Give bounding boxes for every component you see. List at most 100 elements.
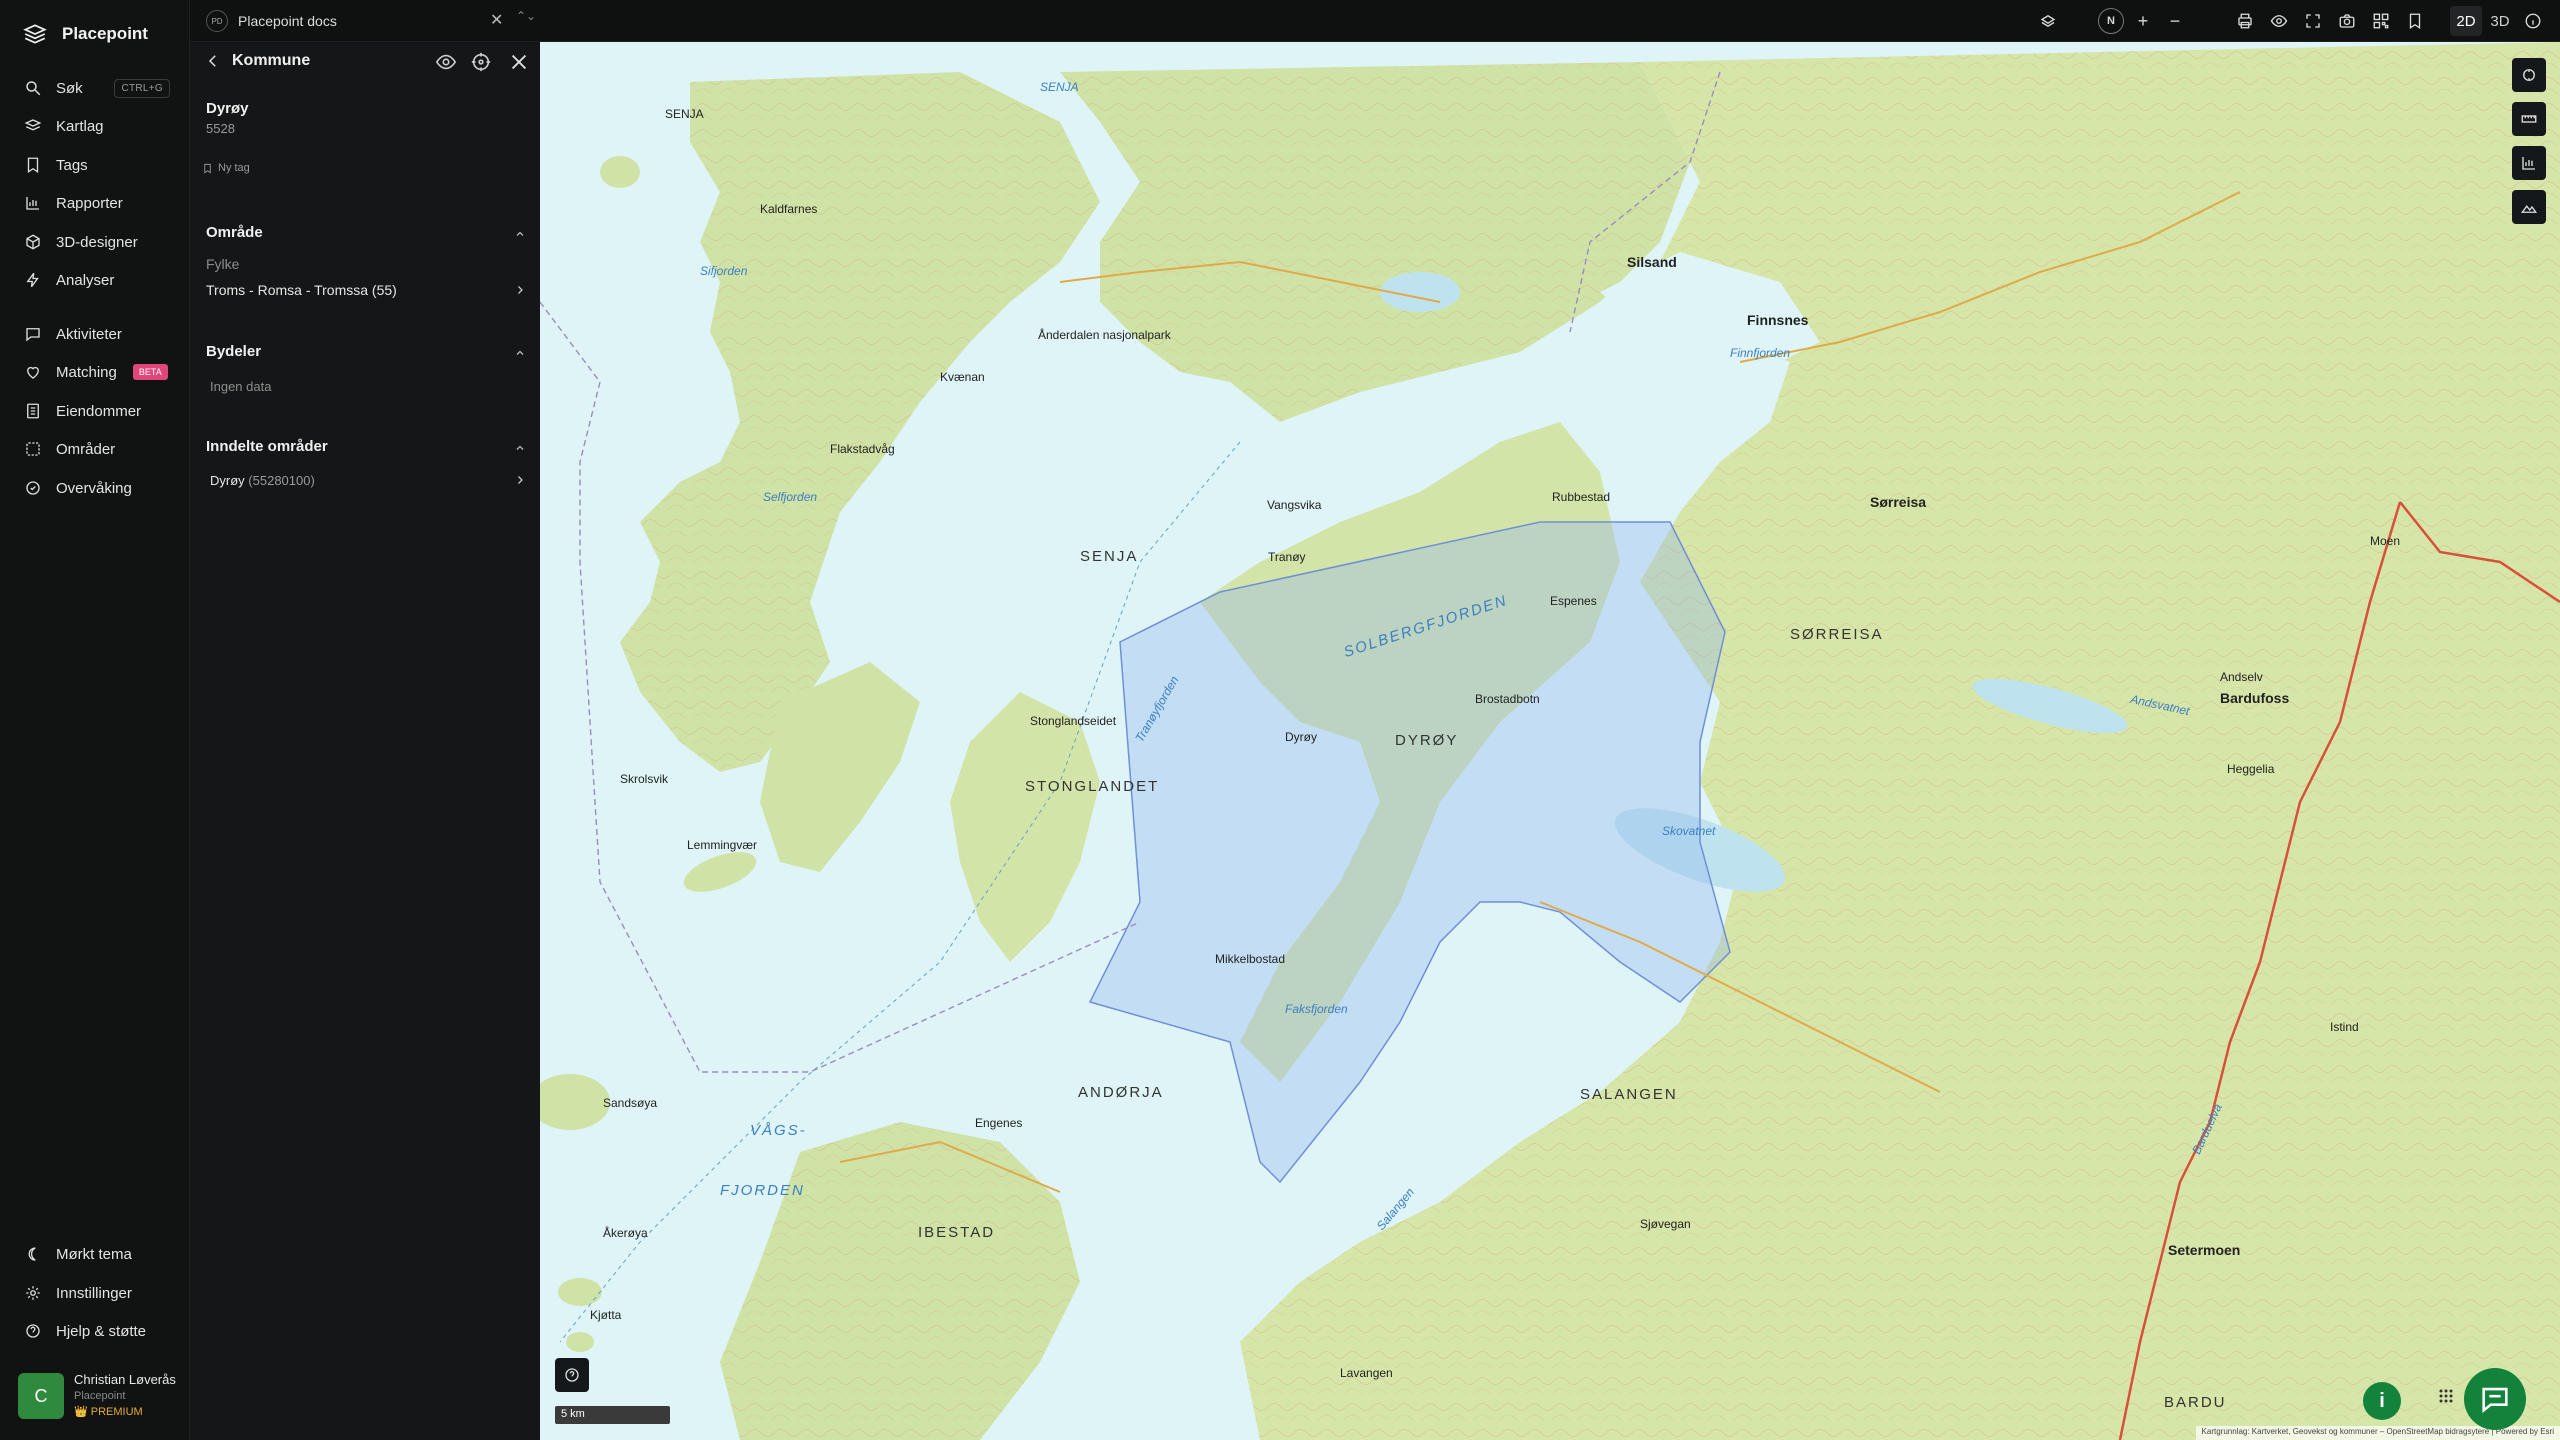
map-label: Stonglandseidet xyxy=(1030,714,1117,728)
map-label: Finnfjorden xyxy=(1730,346,1791,360)
back-icon[interactable] xyxy=(204,52,222,70)
map-canvas[interactable]: SENJA SENJA Ånderdalen nasjonalpark Kvæn… xyxy=(540,42,2560,1440)
map-label: Bardufoss xyxy=(2220,690,2290,706)
section-title: Inndelte områder xyxy=(206,438,328,455)
layers-toggle-button[interactable] xyxy=(2035,8,2061,34)
section-header[interactable]: Område xyxy=(206,224,526,244)
section-title: Område xyxy=(206,224,263,241)
nav-item-rapporter[interactable]: Rapporter xyxy=(0,186,190,220)
nav-item-kartlag[interactable]: Kartlag xyxy=(0,109,190,143)
nav-label: Aktiviteter xyxy=(56,325,122,343)
nav-item-tags[interactable]: Tags xyxy=(0,148,190,182)
map-label: Skrolsvik xyxy=(620,772,669,786)
nav-label: Kartlag xyxy=(56,117,104,135)
map-tool-chart-button[interactable] xyxy=(2512,146,2546,180)
section-header[interactable]: Inndelte områder xyxy=(206,438,526,458)
nav-item-overvaking[interactable]: Overvåking xyxy=(0,471,190,505)
nav-label: Analyser xyxy=(56,271,115,289)
close-tab-icon[interactable]: ✕ xyxy=(490,10,503,30)
map-label: FJORDEN xyxy=(720,1182,805,1199)
mode-3d-button[interactable]: 3D xyxy=(2484,6,2516,36)
screenshot-button[interactable] xyxy=(2334,8,2360,34)
map-label: Sørreisa xyxy=(1870,494,1927,510)
empty-state: Ingen data xyxy=(210,379,272,394)
bookmark-icon xyxy=(27,157,39,174)
mode-2d-button[interactable]: 2D xyxy=(2450,6,2482,36)
map-label: Heggelia xyxy=(2227,762,2275,776)
nav-label: Matching xyxy=(56,363,117,381)
visibility-button[interactable] xyxy=(2266,8,2292,34)
info-icon xyxy=(2525,13,2541,29)
nav-item-eiendommer[interactable]: Eiendommer xyxy=(0,394,190,428)
bar-chart-icon xyxy=(26,197,39,210)
chevron-right-icon xyxy=(518,286,523,294)
print-icon xyxy=(2238,13,2252,29)
eye-icon xyxy=(435,54,457,70)
map-label: BARDU xyxy=(2164,1394,2227,1411)
new-tag-button[interactable]: Ny tag xyxy=(202,162,250,174)
nav-item-search[interactable]: Søk CTRL+G xyxy=(0,71,190,105)
map-help-button[interactable] xyxy=(555,1358,589,1392)
map-label: Mikkelbostad xyxy=(1215,952,1286,966)
close-icon xyxy=(511,54,527,70)
fullscreen-button[interactable] xyxy=(2300,8,2326,34)
info-fab-icon[interactable]: i xyxy=(2363,1382,2401,1420)
nav-item-settings[interactable]: Innstillinger xyxy=(0,1276,190,1310)
camera-icon xyxy=(2339,14,2355,28)
map-tool-draw-button[interactable] xyxy=(2512,58,2546,92)
section-header[interactable]: Bydeler xyxy=(206,343,526,363)
ruler-icon xyxy=(2521,115,2537,123)
avatar: C xyxy=(18,1373,64,1419)
qr-button[interactable] xyxy=(2368,8,2394,34)
grid-icon[interactable] xyxy=(2438,1388,2454,1404)
chevron-right-icon xyxy=(518,476,523,484)
nav-label: Tags xyxy=(56,156,88,174)
nav-item-3d-designer[interactable]: 3D-designer xyxy=(0,225,190,259)
chevron-up-icon xyxy=(516,445,524,450)
section-omrade: Område Fylke Troms - Romsa - Tromssa (55… xyxy=(206,224,526,304)
zoom-in-button[interactable]: + xyxy=(2130,8,2156,34)
map-label: Moen xyxy=(2370,534,2401,548)
switch-tab-icon[interactable]: ⌃⌄ xyxy=(516,9,536,23)
map-label: Finnsnes xyxy=(1747,312,1809,328)
map-label: Rubbestad xyxy=(1552,490,1611,504)
nav-item-analyser[interactable]: Analyser xyxy=(0,263,190,297)
map-label: Flakstadvåg xyxy=(830,442,895,456)
panel-close-button[interactable] xyxy=(508,51,530,73)
bookmark-button[interactable] xyxy=(2402,8,2428,34)
map-label: STONGLANDET xyxy=(1025,778,1160,795)
municipality-code: 5528 xyxy=(206,121,235,136)
map-tool-profile-button[interactable] xyxy=(2512,190,2546,224)
nav-item-dark-theme[interactable]: Mørkt tema xyxy=(0,1237,190,1271)
panel-eye-button[interactable] xyxy=(435,51,457,73)
map-label: Dyrøy xyxy=(1285,730,1317,744)
map-label: Brostadbotn xyxy=(1475,692,1540,706)
brand[interactable]: Placepoint xyxy=(22,20,148,48)
nav-item-omrader[interactable]: Områder xyxy=(0,432,190,466)
subarea-row[interactable]: Dyrøy (55280100) xyxy=(206,466,526,494)
subarea-code: (55280100) xyxy=(248,472,315,488)
print-button[interactable] xyxy=(2232,8,2258,34)
tab-title: Placepoint docs xyxy=(238,13,337,29)
new-tag-label: Ny tag xyxy=(218,162,250,174)
panel-locate-button[interactable] xyxy=(470,51,492,73)
nav-item-matching[interactable]: Matching BETA xyxy=(0,355,190,389)
nav-label: Eiendommer xyxy=(56,402,142,420)
building-icon xyxy=(27,403,39,419)
nav-item-help[interactable]: Hjelp & støtte xyxy=(0,1314,190,1348)
nav-item-aktiviteter[interactable]: Aktiviteter xyxy=(0,317,190,351)
chat-button[interactable] xyxy=(2464,1368,2526,1430)
tab-badge: PD xyxy=(206,10,228,32)
map-label: Ånderdalen nasjonalpark xyxy=(1038,328,1171,342)
map-tool-measure-button[interactable] xyxy=(2512,102,2546,136)
nav-label: Mørkt tema xyxy=(56,1245,132,1263)
zoom-out-button[interactable]: − xyxy=(2162,8,2188,34)
info-button[interactable] xyxy=(2520,8,2546,34)
compass-button[interactable]: N xyxy=(2098,8,2124,34)
section-title: Bydeler xyxy=(206,343,262,360)
user-profile[interactable]: C Christian Løverås Placepoint 👑 PREMIUM xyxy=(18,1372,176,1420)
county-row[interactable]: Troms - Romsa - Tromssa (55) xyxy=(206,276,526,304)
map-label: Faksfjorden xyxy=(1285,1002,1348,1016)
document-tab[interactable]: PD Placepoint docs xyxy=(206,8,337,34)
map-label: Engenes xyxy=(975,1116,1023,1130)
